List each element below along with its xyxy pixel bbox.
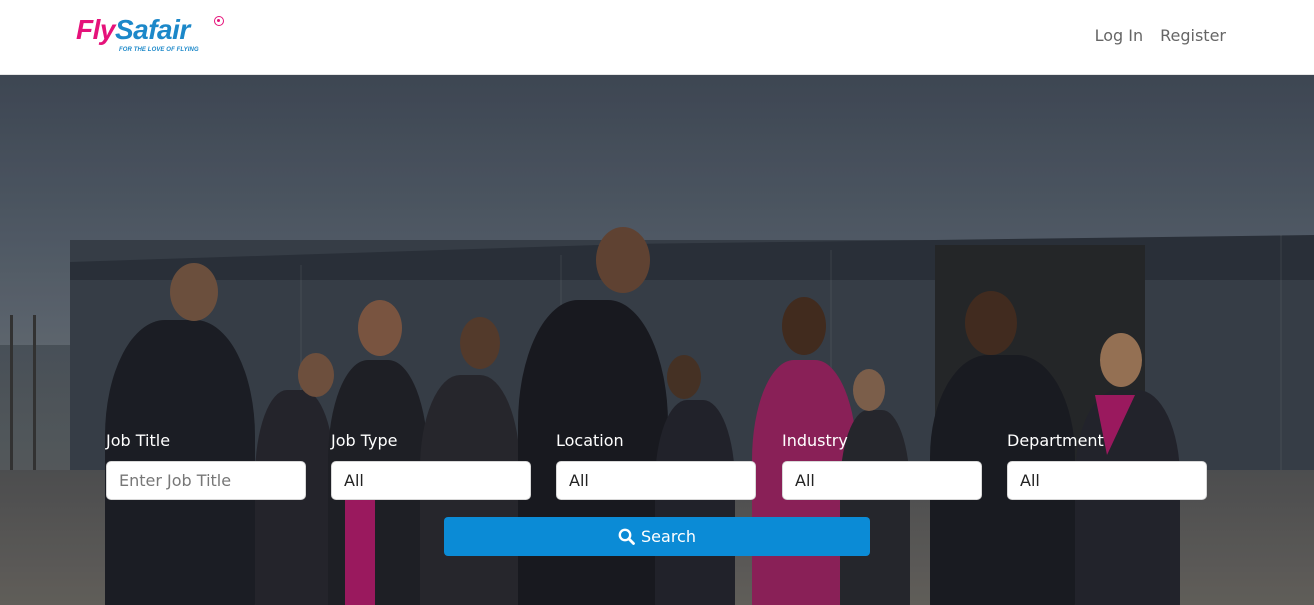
logo-safair-text: Safair <box>114 14 190 45</box>
location-label: Location <box>556 431 624 450</box>
logo-heart-icon <box>214 16 224 26</box>
flysafair-logo[interactable]: FlySafair FOR THE LOVE OF FLYING <box>76 14 226 58</box>
site-header: FlySafair FOR THE LOVE OF FLYING Log In … <box>0 0 1314 75</box>
industry-select[interactable]: All <box>782 461 982 500</box>
logo-tagline: FOR THE LOVE OF FLYING <box>119 47 199 53</box>
register-link[interactable]: Register <box>1160 26 1226 46</box>
search-icon <box>618 528 635 545</box>
job-type-label: Job Type <box>331 431 398 450</box>
header-nav: Log In Register <box>1095 26 1226 46</box>
login-link[interactable]: Log In <box>1095 26 1144 46</box>
search-button[interactable]: Search <box>444 517 870 556</box>
hero-banner: Job Title Job Type All Location All Indu… <box>0 75 1314 605</box>
job-title-label: Job Title <box>106 431 171 450</box>
search-button-label: Search <box>641 527 696 546</box>
location-select[interactable]: All <box>556 461 756 500</box>
department-select[interactable]: All <box>1007 461 1207 500</box>
job-title-input[interactable] <box>106 461 306 500</box>
industry-label: Industry <box>782 431 848 450</box>
logo-fly-text: Fly <box>76 14 115 45</box>
job-type-select[interactable]: All <box>331 461 531 500</box>
department-label: Department <box>1007 431 1104 450</box>
